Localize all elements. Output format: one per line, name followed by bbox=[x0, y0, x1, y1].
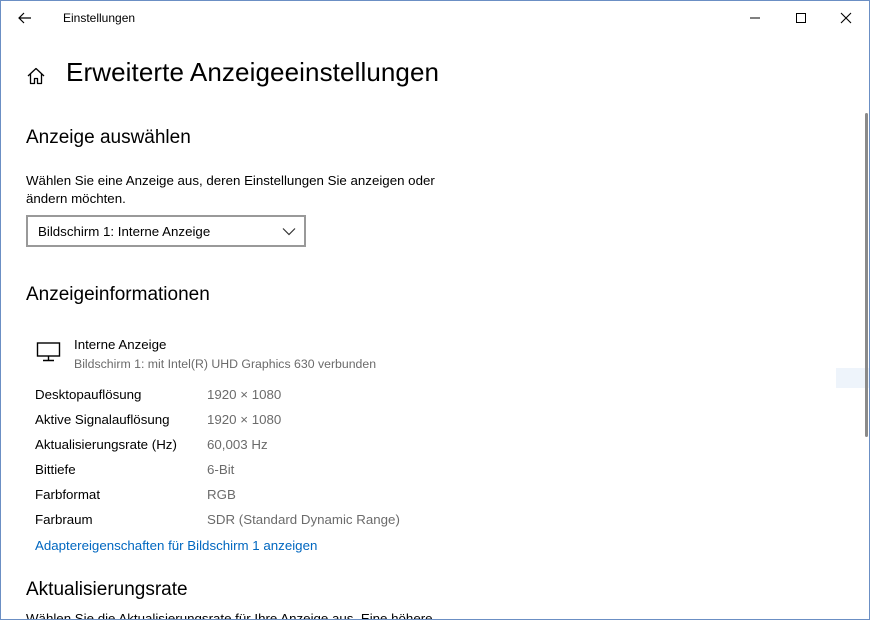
home-button[interactable] bbox=[23, 64, 49, 88]
maximize-icon bbox=[796, 13, 806, 23]
close-icon bbox=[840, 12, 852, 24]
section-heading-display-info: Anzeigeinformationen bbox=[26, 284, 210, 305]
info-row-desktop-resolution: Desktopauflösung 1920 × 1080 bbox=[35, 387, 455, 407]
close-button[interactable] bbox=[823, 1, 869, 35]
select-display-description: Wählen Sie eine Anzeige aus, deren Einst… bbox=[26, 173, 435, 206]
info-label: Desktopauflösung bbox=[35, 387, 142, 402]
page-title: Erweiterte Anzeigeeinstellungen bbox=[66, 57, 440, 87]
back-arrow-icon bbox=[18, 12, 31, 24]
scrollbar-thumb[interactable] bbox=[865, 113, 868, 437]
info-label: Bittiefe bbox=[35, 462, 76, 477]
info-row-refresh-rate: Aktualisierungsrate (Hz) 60,003 Hz bbox=[35, 437, 455, 457]
info-value: 1920 × 1080 bbox=[207, 387, 282, 402]
info-value: 1920 × 1080 bbox=[207, 412, 282, 427]
section-heading-select-display: Anzeige auswählen bbox=[26, 127, 191, 148]
info-value: RGB bbox=[207, 487, 236, 502]
title-bar: Einstellungen bbox=[1, 1, 869, 35]
display-name: Interne Anzeige bbox=[74, 337, 167, 352]
info-label: Aktive Signalauflösung bbox=[35, 412, 170, 427]
refresh-rate-description: Wählen Sie die Aktualisierungsrate für I… bbox=[26, 611, 433, 620]
monitor-icon bbox=[36, 342, 61, 362]
minimize-button[interactable] bbox=[732, 1, 778, 35]
dropdown-value: Bildschirm 1: Interne Anzeige bbox=[38, 224, 211, 239]
minimize-icon bbox=[750, 17, 760, 19]
section-heading-refresh-rate: Aktualisierungsrate bbox=[26, 579, 188, 600]
info-value: 60,003 Hz bbox=[207, 437, 268, 452]
info-label: Farbraum bbox=[35, 512, 93, 527]
info-value: SDR (Standard Dynamic Range) bbox=[207, 512, 400, 527]
settings-window: Einstellungen Erweiterte Anzeigeeinstell… bbox=[0, 0, 870, 620]
info-row-color-space: Farbraum SDR (Standard Dynamic Range) bbox=[35, 512, 455, 532]
chevron-down-icon bbox=[282, 228, 296, 236]
maximize-button[interactable] bbox=[778, 1, 824, 35]
info-label: Aktualisierungsrate (Hz) bbox=[35, 437, 177, 452]
adapter-properties-link[interactable]: Adaptereigenschaften für Bildschirm 1 an… bbox=[35, 538, 317, 553]
info-value: 6-Bit bbox=[207, 462, 235, 477]
back-button[interactable] bbox=[9, 3, 41, 33]
display-connection-info: Bildschirm 1: mit Intel(R) UHD Graphics … bbox=[74, 357, 377, 371]
home-icon bbox=[27, 67, 45, 85]
app-title: Einstellungen bbox=[63, 11, 136, 25]
info-label: Farbformat bbox=[35, 487, 101, 502]
info-row-bit-depth: Bittiefe 6-Bit bbox=[35, 462, 455, 482]
info-row-color-format: Farbformat RGB bbox=[35, 487, 455, 507]
info-row-active-signal-resolution: Aktive Signalauflösung 1920 × 1080 bbox=[35, 412, 455, 432]
display-select-dropdown[interactable]: Bildschirm 1: Interne Anzeige bbox=[26, 215, 306, 247]
